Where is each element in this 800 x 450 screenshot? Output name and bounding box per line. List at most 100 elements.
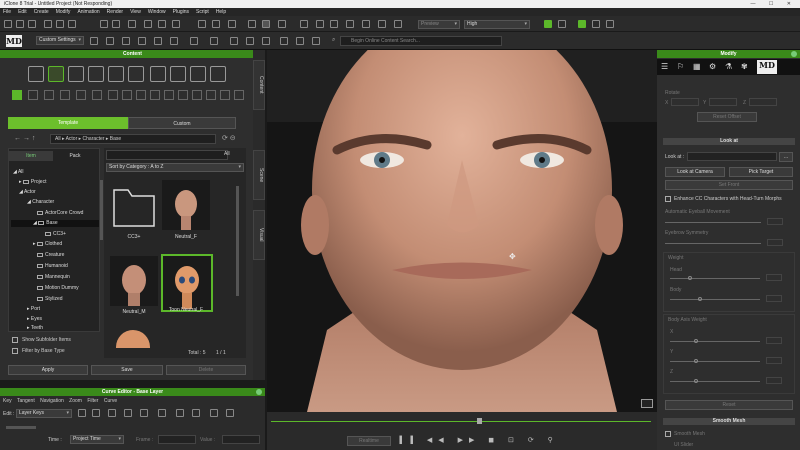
slot-6[interactable] [178, 90, 188, 100]
bone-icon[interactable] [394, 20, 402, 28]
menu-plugins[interactable]: Plugins [173, 9, 189, 15]
time-select[interactable]: Project Time [70, 435, 124, 444]
frame-icon[interactable] [280, 37, 288, 45]
tree-item-cc3[interactable]: CC3+ [45, 231, 66, 238]
layer-keys-select[interactable]: Layer Keys [16, 409, 72, 418]
content-search-input[interactable] [106, 150, 228, 160]
tree-item-teeth[interactable]: ▸ Teeth [27, 325, 43, 332]
stage-icon[interactable] [150, 66, 166, 82]
head-icon[interactable] [68, 66, 84, 82]
eyebrow-value[interactable] [767, 239, 783, 246]
window-controls[interactable]: — ☐ ✕ [751, 0, 797, 8]
curve-menu-filter[interactable]: Filter [87, 398, 98, 404]
axis-x-slider[interactable] [670, 341, 760, 342]
side-tab-visual[interactable]: Visual [253, 210, 265, 260]
tree-item-creature[interactable]: Creature [37, 252, 64, 259]
pager[interactable]: 1 / 1 [216, 350, 226, 356]
pick-target-button[interactable]: Pick Target [729, 167, 793, 177]
axis-z-value[interactable] [766, 377, 782, 384]
fit-icon[interactable] [176, 409, 184, 417]
select-icon[interactable] [128, 20, 136, 28]
delete-key-icon[interactable] [226, 409, 234, 417]
close-icon[interactable] [256, 389, 262, 395]
arrow-icon[interactable] [230, 37, 238, 45]
menu-edit[interactable]: Edit [18, 9, 27, 15]
tree-item-base[interactable]: ◢ Base [11, 220, 99, 227]
look-at-more-button[interactable]: … [779, 152, 793, 162]
axis-z-slider[interactable] [670, 381, 760, 382]
image-icon[interactable] [190, 66, 206, 82]
tree-item-actorcore[interactable]: ActorCore Crowd [37, 210, 83, 217]
axis-x-knob[interactable] [694, 339, 698, 343]
paint-icon[interactable] [138, 37, 146, 45]
look-at-camera-button[interactable]: Look at Camera [665, 167, 725, 177]
item-neutral-m-thumb[interactable] [110, 256, 158, 306]
paint-palette-icon[interactable] [210, 66, 226, 82]
mode-icon[interactable] [262, 20, 270, 28]
refresh-icon[interactable]: ⟳ ⊝ [222, 134, 236, 142]
side-tab-scene[interactable]: Scene [253, 150, 265, 200]
sort-select[interactable]: Sort by Category : A to Z [106, 163, 244, 172]
axis-y-knob[interactable] [694, 359, 698, 363]
look-at-input[interactable] [687, 152, 777, 161]
realtime-button[interactable]: Realtime [347, 436, 391, 446]
curve-menu-tangent[interactable]: Tangent [17, 398, 35, 404]
close-icon[interactable] [791, 51, 797, 57]
tree-item-project[interactable]: ▸ Project [19, 179, 46, 186]
filter-base-checkbox[interactable] [12, 348, 18, 354]
face-icon[interactable] [88, 66, 104, 82]
flag-icon[interactable] [578, 20, 586, 28]
pick-icon[interactable] [212, 20, 220, 28]
tree-item-stylized[interactable]: Stylized [37, 296, 63, 303]
eyeball-value[interactable] [767, 218, 783, 225]
shape-icon[interactable] [170, 37, 178, 45]
tangent-icon[interactable] [108, 409, 116, 417]
curve-menu-zoom[interactable]: Zoom [69, 398, 82, 404]
slot-1[interactable] [108, 90, 118, 100]
grid-icon[interactable] [278, 20, 286, 28]
tree-item-clothed[interactable]: ▸ Clothed [33, 241, 62, 248]
import-icon[interactable] [44, 20, 52, 28]
fx-icon[interactable] [122, 37, 130, 45]
body-value[interactable] [766, 295, 782, 302]
search-scope[interactable]: All [224, 151, 230, 157]
look-at-section[interactable]: Look at [663, 138, 795, 145]
slot-4[interactable] [150, 90, 160, 100]
link-icon[interactable] [190, 37, 198, 45]
undo-icon[interactable] [100, 20, 108, 28]
menu-window[interactable]: Window [148, 9, 166, 15]
value-input[interactable] [222, 435, 260, 444]
cloth-icon[interactable]: ⚗ [725, 62, 732, 71]
curve-menu-curve[interactable]: Curve [104, 398, 117, 404]
item-toon-neutral-f-thumb[interactable] [161, 254, 213, 312]
menu-help[interactable]: Help [216, 9, 226, 15]
sync-icon[interactable] [262, 37, 270, 45]
loop-icon[interactable] [158, 409, 166, 417]
tree-item-eyes[interactable]: ▸ Eyes [27, 316, 42, 323]
smooth-mesh-section[interactable]: Smooth Mesh [663, 418, 795, 425]
sculpt-icon[interactable] [106, 37, 114, 45]
subtab-item[interactable]: Item [9, 151, 53, 161]
body-slider-knob[interactable] [698, 297, 702, 301]
copy-icon[interactable] [192, 409, 200, 417]
move-key-icon[interactable] [124, 409, 132, 417]
menu-render[interactable]: Render [107, 9, 123, 15]
playback-controls-icon[interactable]: ▐▐ ◀◀ ▶▶ ◼ ⊡ ⟳ ⚲ [397, 436, 559, 444]
rotate-y-input[interactable] [709, 98, 737, 106]
chair-icon[interactable] [108, 66, 124, 82]
item-partial-thumb[interactable] [116, 330, 150, 348]
settings-select[interactable]: Custom Settings [36, 36, 84, 45]
home-icon[interactable] [246, 37, 254, 45]
axis-z-knob[interactable] [694, 379, 698, 383]
hdr-icon[interactable] [558, 20, 566, 28]
hand-icon[interactable] [90, 37, 98, 45]
reset-button[interactable]: Reset [665, 400, 793, 410]
slot-8[interactable] [206, 90, 216, 100]
sun-icon[interactable] [316, 20, 324, 28]
checker-icon[interactable]: ▦ [693, 62, 701, 71]
grid-scrollbar[interactable] [236, 186, 239, 296]
menu-animation[interactable]: Animation [77, 9, 99, 15]
sliders-icon[interactable]: ☰ [661, 62, 668, 71]
menu-create[interactable]: Create [34, 9, 49, 15]
curve-menu-key[interactable]: Key [3, 398, 12, 404]
